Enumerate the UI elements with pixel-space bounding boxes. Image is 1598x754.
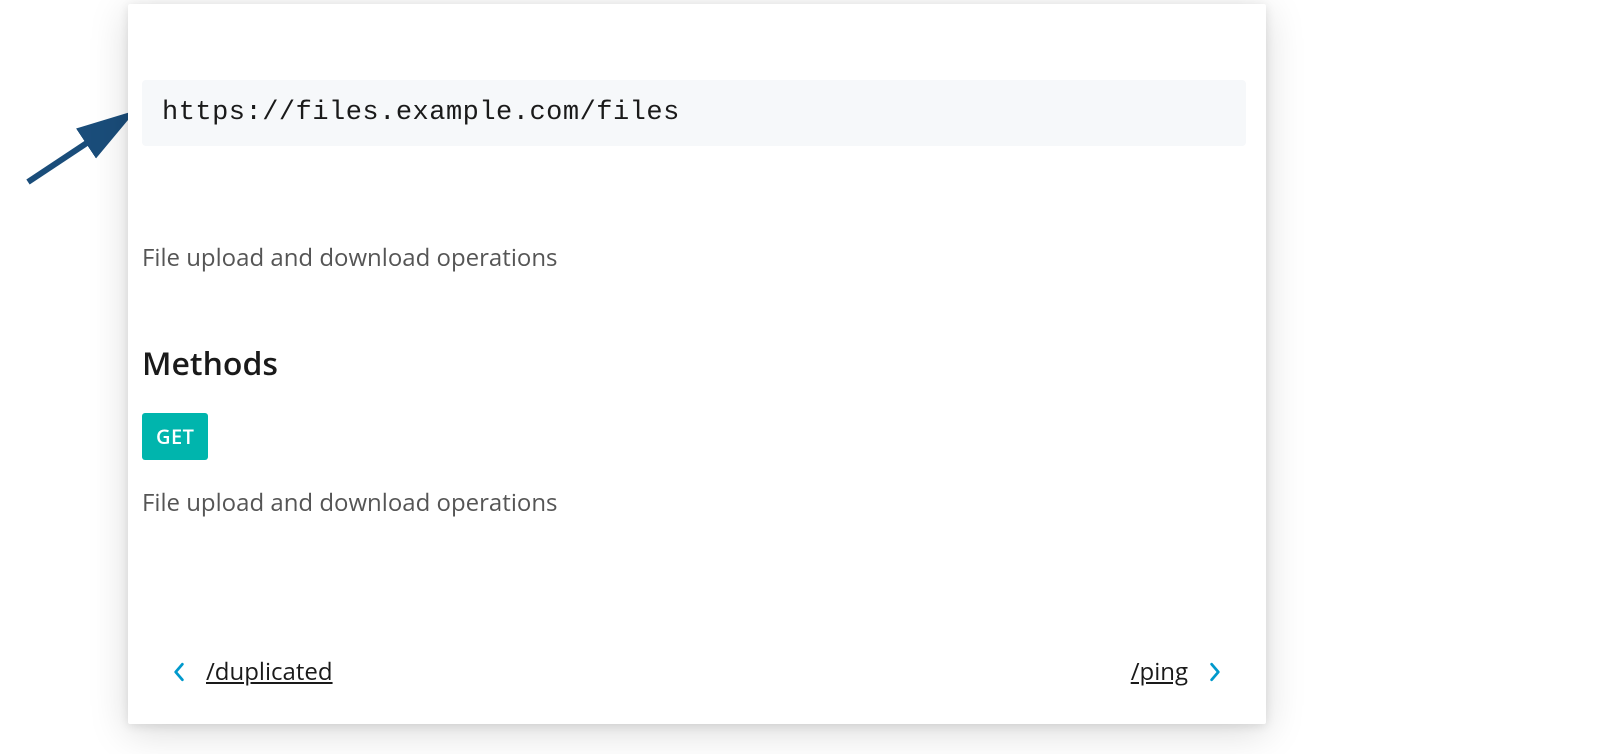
api-doc-card: https://files.example.com/files File upl… bbox=[128, 4, 1266, 724]
nav-next-label: /ping bbox=[1131, 655, 1188, 688]
endpoint-url: https://files.example.com/files bbox=[142, 80, 1246, 146]
nav-footer: /duplicated /ping bbox=[172, 655, 1222, 688]
chevron-left-icon bbox=[172, 660, 186, 684]
endpoint-description: File upload and download operations bbox=[142, 241, 1246, 274]
http-method-badge-get[interactable]: GET bbox=[142, 413, 208, 460]
pointer-arrow-icon bbox=[18, 92, 138, 192]
nav-prev-label: /duplicated bbox=[206, 655, 333, 688]
methods-heading: Methods bbox=[142, 342, 1246, 385]
nav-next-link[interactable]: /ping bbox=[1131, 655, 1222, 688]
chevron-right-icon bbox=[1208, 660, 1222, 684]
method-description: File upload and download operations bbox=[142, 486, 1246, 519]
nav-prev-link[interactable]: /duplicated bbox=[172, 655, 333, 688]
